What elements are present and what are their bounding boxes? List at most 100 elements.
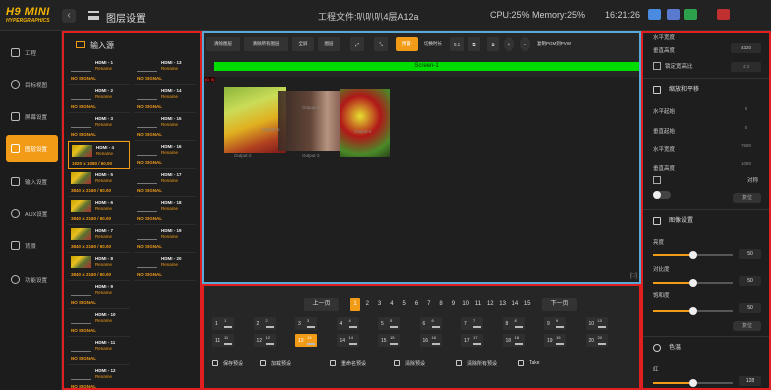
height-field[interactable]: 4320 [731,43,761,53]
preset-dropdown[interactable]: 预置- [396,37,418,51]
prev-page-button[interactable]: 上一页 [304,298,339,311]
page-number[interactable]: 1 [350,298,360,311]
preset-slot[interactable]: 33 [295,317,317,330]
network-icon[interactable] [667,9,680,20]
clear-preset-button[interactable]: 清除预设 [394,356,425,370]
input-source-item[interactable]: HDMI - 16 Rename NO SIGNAL [134,141,196,169]
input-source-item[interactable]: HDMI - 6 Rename 3840 x 2160 / 60.00 [68,197,130,225]
slider-knob[interactable] [689,279,697,287]
nav-function-settings[interactable]: 功能设置 [6,266,58,293]
clear-all-layers-button[interactable]: 清除所有图层 [244,37,288,51]
source-rename[interactable]: Rename [161,206,178,211]
input-source-item[interactable]: HDMI - 8 Rename 3840 x 2160 / 60.00 [68,253,130,281]
brightness-slider[interactable] [653,251,733,259]
input-source-item[interactable]: HDMI - 10 Rename NO SIGNAL [68,309,130,337]
source-rename[interactable]: Rename [95,122,112,127]
nav-project[interactable]: 工程 [6,39,58,66]
input-source-item[interactable]: HDMI - 9 Rename NO SIGNAL [68,281,130,309]
source-rename[interactable]: Rename [95,234,112,239]
page-number[interactable]: 11 [473,298,483,311]
preset-slot[interactable]: 66 [419,317,442,330]
page-number[interactable]: 4 [387,298,397,311]
input-source-item[interactable]: HDMI - 20 Rename NO SIGNAL [134,253,196,281]
preset-slot[interactable]: 22 [253,317,276,330]
page-number[interactable]: 6 [412,298,422,311]
back-button[interactable]: ‹ [62,9,76,23]
v-height-field[interactable]: 1080 [731,159,761,169]
page-number[interactable]: 2 [362,298,372,311]
rename-preset-button[interactable]: 重命名预设 [330,356,366,370]
input-source-item[interactable]: HDMI - 7 Rename 3840 x 2160 / 60.00 [68,225,130,253]
red-value[interactable]: 128 [739,376,761,386]
preset-slot[interactable]: 99 [544,317,566,330]
nav-background[interactable]: 背景 [6,232,58,259]
ratio-select[interactable]: 4:3 [731,62,761,72]
layer-button[interactable]: 图层 [318,37,340,51]
input-source-item[interactable]: HDMI - 3 Rename NO SIGNAL [68,113,130,141]
minus-icon[interactable]: − [520,37,530,51]
input-source-item[interactable]: HDMI - 2 Rename NO SIGNAL [68,85,130,113]
source-rename[interactable]: Rename [161,94,178,99]
monitor-icon[interactable] [684,9,697,20]
page-number[interactable]: 12 [485,298,495,311]
slider-knob[interactable] [689,307,697,315]
preset-slot[interactable]: 11 [212,317,234,330]
clear-layer-button[interactable]: 清除图层 [206,37,240,51]
source-rename[interactable]: Rename [95,374,112,379]
page-number[interactable]: 14 [510,298,520,311]
duration-input[interactable]: 0.1 [450,37,464,51]
preset-slot[interactable]: 11 11 [212,334,234,347]
nav-input-settings[interactable]: 输入设置 [6,168,58,195]
nav-screen-settings[interactable]: 屏幕设置 [6,103,58,130]
source-rename[interactable]: Rename [161,234,178,239]
section-scale[interactable]: 缩放和平移 [643,78,769,100]
input-source-item[interactable]: HDMI - 14 Rename NO SIGNAL [134,85,196,113]
page-number[interactable]: 5 [399,298,409,311]
reset-button[interactable]: 复位 [733,193,761,203]
save-icon[interactable] [648,9,661,20]
copy-icon[interactable]: ⧉ [468,37,480,51]
preset-slot[interactable]: 77 [461,317,483,330]
input-source-item[interactable]: HDMI - 18 Rename NO SIGNAL [134,197,196,225]
source-rename[interactable]: Rename [161,150,178,155]
preset-slot[interactable]: 17 17 [461,334,483,347]
power-icon[interactable] [717,9,730,20]
preset-slot[interactable]: 16 16 [419,334,442,347]
toggle-switch[interactable] [653,191,671,199]
next-page-button[interactable]: 下一页 [542,298,577,311]
section-color-temp[interactable]: 色温 [643,336,769,358]
preset-slot[interactable]: 10 10 [585,317,608,330]
page-number[interactable]: 3 [375,298,385,311]
brightness-value[interactable]: 50 [739,249,761,259]
page-number[interactable]: 13 [498,298,508,311]
page-number[interactable]: 7 [424,298,434,311]
input-source-item[interactable]: HDMI - 15 Rename NO SIGNAL [134,113,196,141]
page-number[interactable]: 9 [448,298,458,311]
input-source-item[interactable]: HDMI - 13 Rename NO SIGNAL [134,57,196,85]
source-rename[interactable]: Rename [95,206,112,211]
input-source-item[interactable]: HDMI - 11 Rename NO SIGNAL [68,337,130,365]
saturation-slider[interactable] [653,307,733,315]
contrast-value[interactable]: 50 [739,276,761,286]
nav-aux-settings[interactable]: AUX设置 [6,200,58,227]
contrast-slider[interactable] [653,279,733,287]
preset-slot[interactable]: 18 18 [502,334,525,347]
red-slider[interactable] [653,379,733,387]
nav-layer-settings[interactable]: 图层设置 [6,135,58,162]
paste-icon[interactable]: ⧈ [487,37,499,51]
source-rename[interactable]: Rename [95,262,112,267]
preset-slot[interactable]: 15 15 [378,334,400,347]
add-icon[interactable]: + [504,37,514,51]
source-rename[interactable]: Rename [95,290,112,295]
preset-slot[interactable]: 55 [378,317,400,330]
source-rename[interactable]: Rename [161,178,178,183]
source-rename[interactable]: Rename [96,151,113,156]
input-source-item[interactable]: HDMI - 5 Rename 3840 x 2160 / 60.00 [68,169,130,197]
slider-knob[interactable] [689,379,697,387]
page-number[interactable]: 15 [522,298,532,311]
v-start-field[interactable]: 0 [731,123,761,133]
preset-slot[interactable]: 88 [502,317,525,330]
page-number[interactable]: 10 [461,298,471,311]
clear-all-presets-button[interactable]: 清除所有预设 [456,356,497,370]
preset-slot[interactable]: 20 20 [585,334,608,347]
